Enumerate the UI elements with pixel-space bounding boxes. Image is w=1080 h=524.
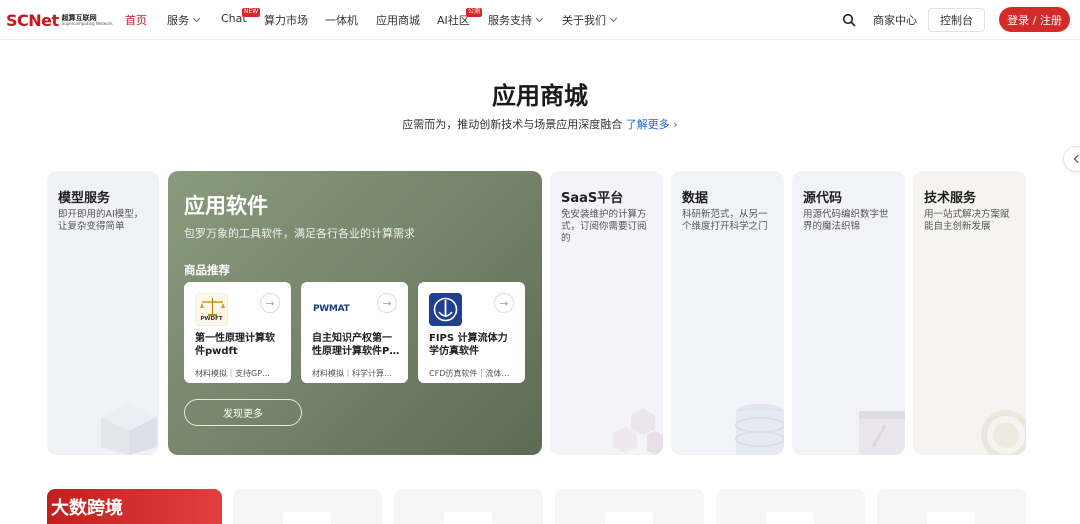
pwdft-logo-text: PWDFT — [200, 316, 223, 322]
chevron-down-icon — [609, 14, 618, 23]
card-model-service[interactable]: 模型服务 即开即用的AI模型，让复杂变得简单 — [47, 171, 159, 455]
card-desc: 即开即用的AI模型，让复杂变得简单 — [58, 209, 144, 232]
nav-support-label: 服务支持 — [488, 14, 532, 27]
bottom-card-thumb — [283, 512, 331, 524]
bottom-card-thumb — [766, 512, 814, 524]
hexagon-pattern-icon — [613, 409, 663, 455]
card-title: 应用软件 — [184, 194, 268, 218]
bottom-card-thumb — [444, 512, 492, 524]
card-desc: 科研新范式，从另一个维度打开科学之门 — [682, 209, 768, 232]
card-title: SaaS平台 — [561, 191, 624, 206]
product-name: FIPS 计算流体力学仿真软件 — [429, 333, 508, 357]
nav-home[interactable]: 首页 — [125, 12, 147, 28]
card-title: 数据 — [682, 191, 709, 206]
logo-subtext: 超算互联网 Supercomputing Network — [61, 14, 113, 26]
nav-compute-market[interactable]: 算力市场 — [264, 12, 308, 28]
arrow-right-icon[interactable]: → — [494, 293, 514, 313]
nav-support[interactable]: 服务支持 — [488, 12, 544, 28]
learn-more-link[interactable]: 了解更多 › — [626, 118, 678, 131]
nav-app-store-label: 应用商城 — [376, 14, 420, 27]
beta-badge: 公测 — [466, 8, 483, 17]
bottom-card[interactable] — [394, 489, 543, 524]
card-title: 技术服务 — [924, 191, 977, 206]
headset-icon — [981, 410, 1026, 455]
pwmat-logo: PWMAT — [312, 293, 350, 326]
search-icon[interactable] — [842, 13, 856, 27]
nav-about-label: 关于我们 — [562, 14, 606, 27]
product-tags: 材料模拟｜支持GP… — [195, 369, 271, 378]
card-desc: 用一站式解决方案赋能自主创新发展 — [924, 209, 1010, 232]
bottom-card[interactable] — [877, 489, 1026, 524]
nav-all-in-one[interactable]: 一体机 — [325, 12, 358, 28]
product-tags: 材料模拟｜科学计算… — [312, 369, 392, 378]
recommend-heading: 商品推荐 — [184, 263, 230, 277]
chevron-down-icon — [192, 14, 201, 23]
chevron-down-icon — [535, 14, 544, 23]
chevron-left-icon — [1073, 154, 1080, 164]
card-tech-service[interactable]: 技术服务 用一站式解决方案赋能自主创新发展 — [913, 171, 1026, 455]
nav-services[interactable]: 服务 — [167, 12, 201, 28]
nav-home-label: 首页 — [125, 14, 147, 27]
product-card-fips[interactable]: → FIPS 计算流体力学仿真软件 CFD仿真软件｜流体… — [418, 282, 525, 383]
bottom-card[interactable] — [716, 489, 865, 524]
bottom-card[interactable] — [233, 489, 382, 524]
page-title: 应用商城 — [492, 82, 588, 110]
card-source-code[interactable]: 源代码 用源代码编织数字世界的魔法织锦 — [792, 171, 905, 455]
side-toggle-button[interactable] — [1063, 146, 1080, 172]
merchant-center-label: 商家中心 — [873, 14, 917, 27]
page-subtitle: 应需而为，推动创新技术与场景应用深度融合 了解更多 › — [0, 116, 1080, 132]
cube-icon — [101, 403, 157, 455]
bottom-card-thumb — [927, 512, 975, 524]
card-desc: 包罗万象的工具软件，满足各行各业的计算需求 — [184, 227, 415, 240]
arrow-right-icon[interactable]: → — [377, 293, 397, 313]
fips-emblem-icon — [433, 297, 458, 322]
scnet-logo[interactable]: SCNet 超算互联网 Supercomputing Network — [6, 9, 113, 31]
product-card-pwdft[interactable]: PWDFT → 第一性原理计算软件pwdft 材料模拟｜支持GP… — [184, 282, 291, 383]
card-title: 模型服务 — [58, 191, 111, 206]
pwdft-logo: PWDFT — [195, 293, 228, 326]
nav-ai-community-label: AI社区 — [437, 14, 470, 27]
nav-all-in-one-label: 一体机 — [325, 14, 358, 27]
card-title: 源代码 — [803, 191, 843, 206]
promo-banner-text: 大数跨境 — [51, 498, 123, 519]
database-icon — [735, 404, 784, 455]
logo-en: Supercomputing Network — [61, 20, 113, 26]
top-navbar: SCNet 超算互联网 Supercomputing Network 首页 服务… — [0, 0, 1080, 40]
pwmat-logo-text: PWMAT — [313, 304, 350, 314]
card-saas-platform[interactable]: SaaS平台 免安装维护的计算方式，订阅你需要订阅的 — [550, 171, 663, 455]
logo-wordmark: SCNet — [6, 10, 59, 30]
arrow-right-icon[interactable]: → — [260, 293, 280, 313]
login-register-button[interactable]: 登录 / 注册 — [999, 7, 1070, 32]
nav-compute-market-label: 算力市场 — [264, 14, 308, 27]
new-badge: NEW — [242, 8, 261, 17]
login-register-label: 登录 / 注册 — [1007, 13, 1062, 27]
bottom-card-thumb — [605, 512, 653, 524]
console-button[interactable]: 控制台 — [928, 8, 985, 32]
product-card-pwmat[interactable]: PWMAT → 自主知识产权第一性原理计算软件P… 材料模拟｜科学计算… — [301, 282, 408, 383]
nav-about[interactable]: 关于我们 — [562, 12, 618, 28]
promo-banner[interactable]: 大数跨境 — [47, 489, 222, 524]
code-window-icon — [859, 411, 905, 455]
nav-ai-community[interactable]: AI社区 — [437, 12, 470, 28]
product-tags: CFD仿真软件｜流体… — [429, 369, 510, 378]
nav-services-label: 服务 — [167, 14, 189, 27]
learn-more-label: 了解更多 — [625, 118, 670, 131]
nav-app-store[interactable]: 应用商城 — [376, 12, 420, 28]
fips-logo — [429, 293, 462, 326]
discover-more-button[interactable]: 发现更多 — [184, 399, 302, 426]
console-label: 控制台 — [940, 14, 973, 27]
card-desc: 免安装维护的计算方式，订阅你需要订阅的 — [561, 209, 647, 244]
discover-more-label: 发现更多 — [223, 409, 263, 420]
bottom-card[interactable] — [555, 489, 704, 524]
scales-icon — [200, 298, 225, 316]
card-app-software[interactable]: 应用软件 包罗万象的工具软件，满足各行各业的计算需求 商品推荐 PWDFT → … — [168, 171, 542, 455]
product-name: 自主知识产权第一性原理计算软件P… — [312, 333, 400, 357]
merchant-center-link[interactable]: 商家中心 — [873, 12, 917, 28]
product-name: 第一性原理计算软件pwdft — [195, 333, 275, 357]
card-desc: 用源代码编织数字世界的魔法织锦 — [803, 209, 889, 232]
subtitle-text: 应需而为，推动创新技术与场景应用深度融合 — [402, 118, 623, 131]
card-data[interactable]: 数据 科研新范式，从另一个维度打开科学之门 — [671, 171, 784, 455]
